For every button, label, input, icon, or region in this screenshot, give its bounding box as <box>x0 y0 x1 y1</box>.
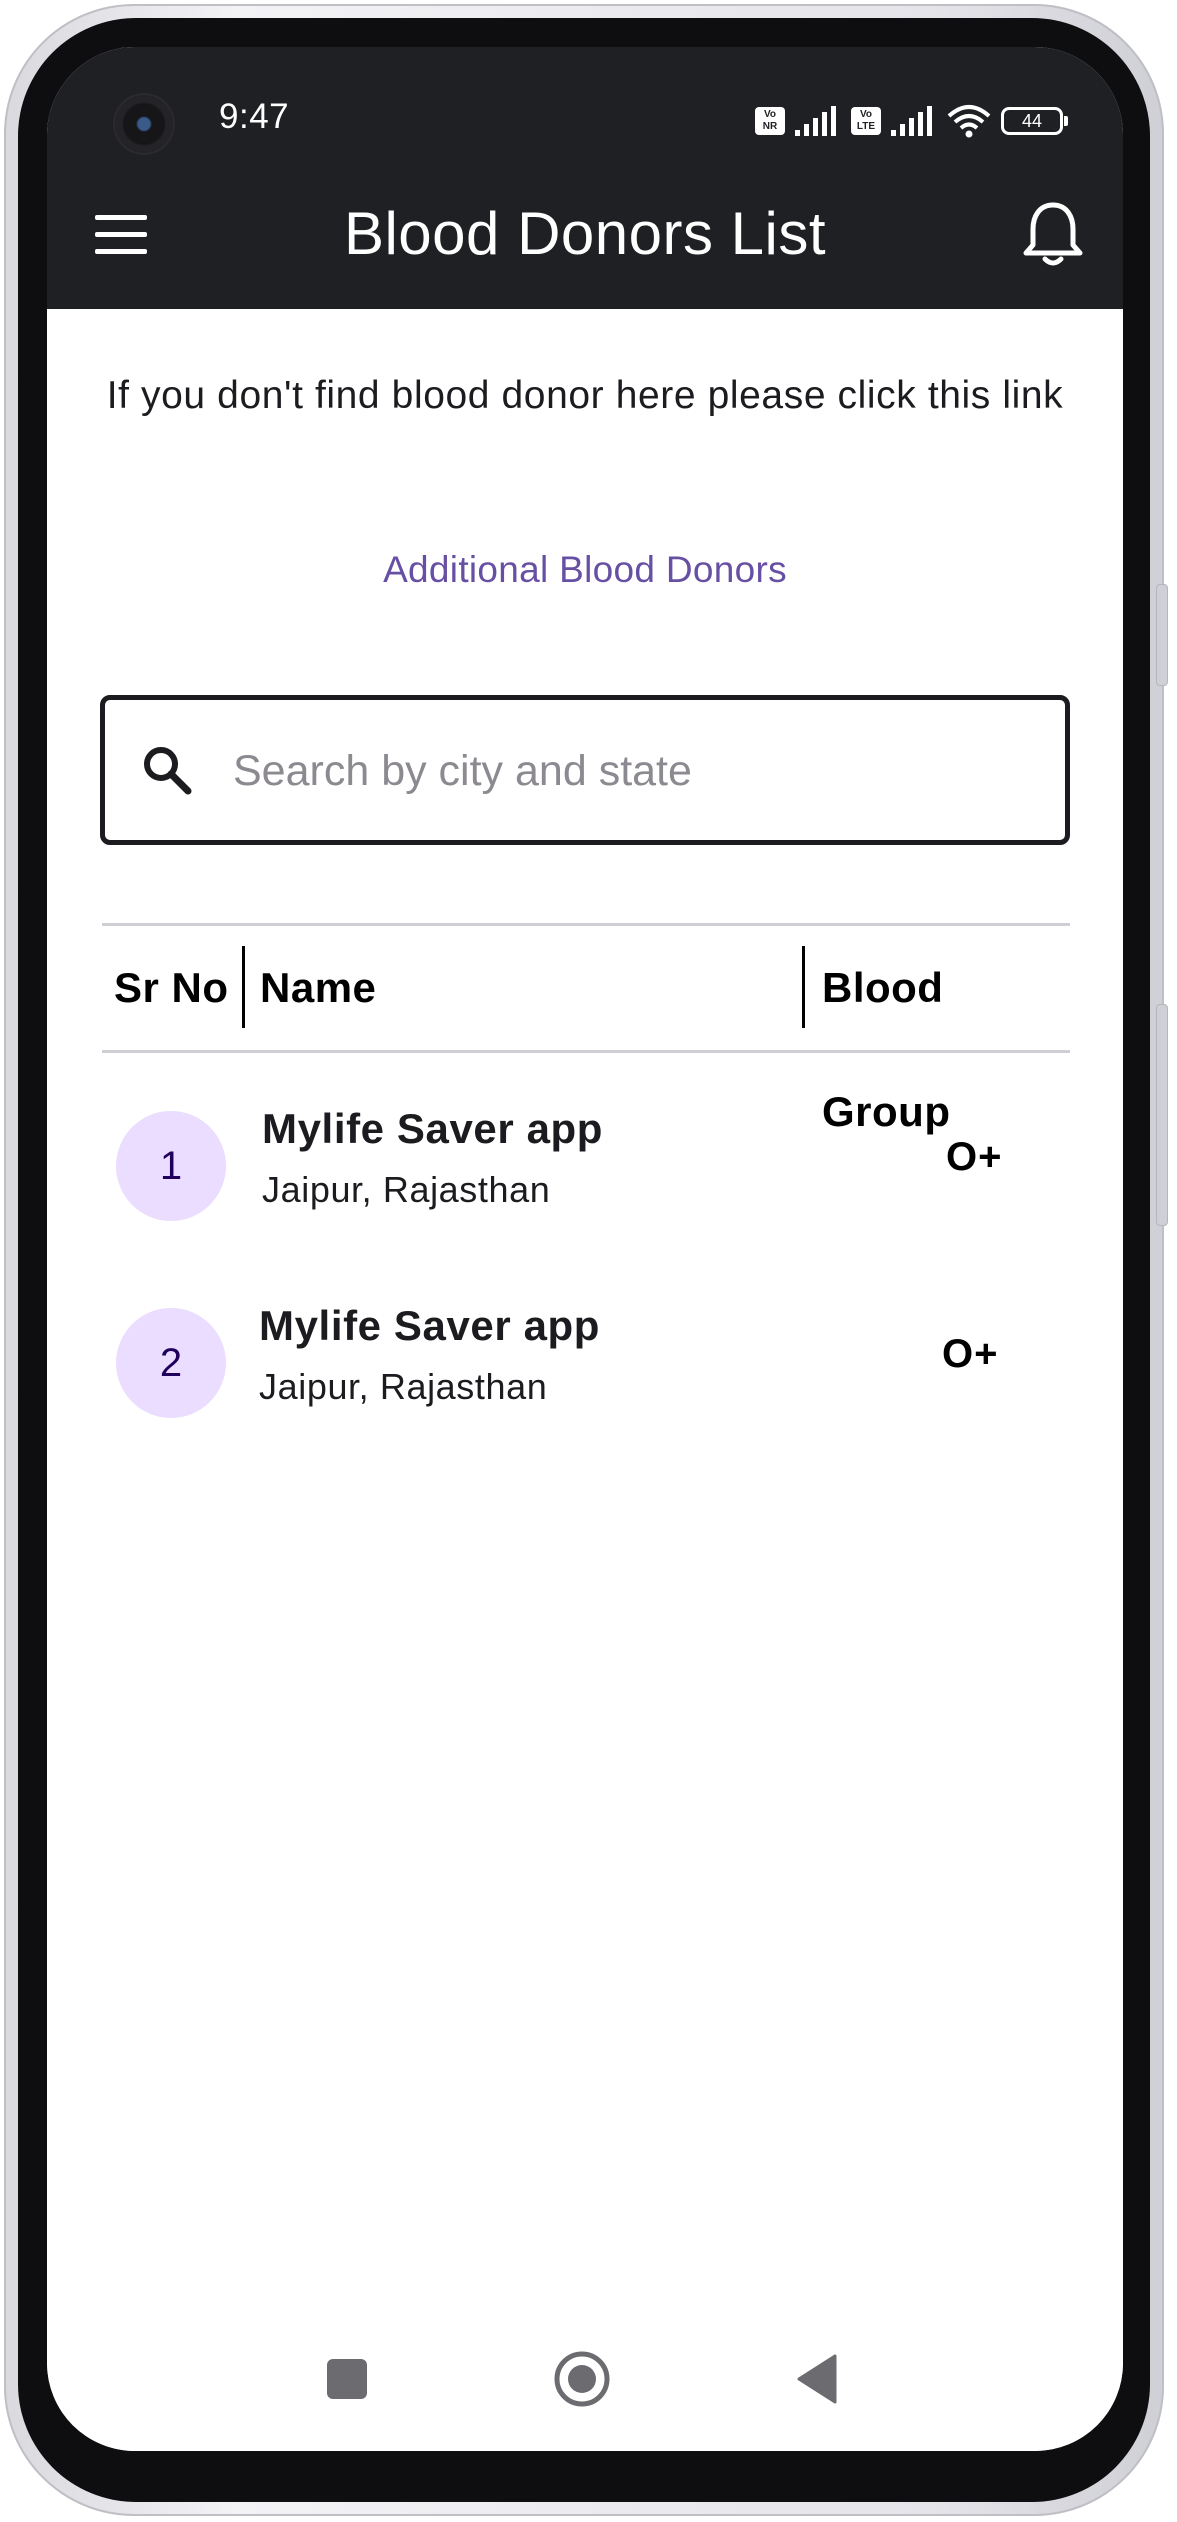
volte-nr-top: Vo <box>763 109 777 120</box>
header-name: Name <box>260 964 377 1011</box>
wifi-icon <box>947 105 991 138</box>
header-blood-group: Blood Group <box>822 964 951 1135</box>
screen: 9:47 Vo NR Vo LTE 44 Blood Donors List I… <box>47 47 1123 2451</box>
volte-nr-bottom: NR <box>762 121 778 132</box>
donor-location: Jaipur, Rajasthan <box>262 1169 551 1210</box>
donor-location: Jaipur, Rajasthan <box>259 1366 548 1407</box>
triangle-back-icon[interactable] <box>795 2353 839 2405</box>
info-text: If you don't find blood donor here pleas… <box>106 374 1064 417</box>
square-recents-icon[interactable] <box>325 2357 369 2401</box>
signal-icon-2 <box>891 106 932 136</box>
header-sr-no: Sr No <box>114 964 229 1011</box>
table-header: Sr No Name Blood Group <box>102 923 1070 1135</box>
table-row[interactable]: 2 Mylife Saver app Jaipur, Rajasthan O+ <box>102 1284 1070 1424</box>
volte-lte-top: Vo <box>859 109 873 120</box>
column-divider <box>802 946 805 1028</box>
volume-button <box>1156 584 1168 686</box>
volte-lte-bottom: LTE <box>856 121 876 132</box>
column-divider <box>242 946 245 1028</box>
volte-lte-icon: Vo LTE <box>851 107 881 135</box>
donor-name: Mylife Saver app <box>259 1302 601 1349</box>
circle-home-icon[interactable] <box>552 2349 612 2409</box>
status-icons: Vo NR Vo LTE 44 <box>755 103 1068 139</box>
blood-group: O+ <box>946 1135 1003 1179</box>
signal-icon <box>795 106 836 136</box>
front-camera <box>115 95 173 153</box>
additional-donors-link[interactable]: Additional Blood Donors <box>47 549 1123 591</box>
search-input[interactable] <box>231 700 1045 842</box>
status-time: 9:47 <box>219 97 290 136</box>
app-bar: 9:47 Vo NR Vo LTE 44 Blood Donors List <box>47 47 1123 309</box>
battery-icon: 44 <box>1001 107 1068 135</box>
navigation-bar <box>47 2301 1123 2451</box>
bell-icon[interactable] <box>1021 199 1085 269</box>
blood-group: O+ <box>942 1332 999 1376</box>
search-icon <box>144 747 192 795</box>
donor-name: Mylife Saver app <box>262 1105 604 1152</box>
table-row[interactable]: 1 Mylife Saver app Jaipur, Rajasthan O+ <box>102 1087 1070 1227</box>
search-box[interactable] <box>100 695 1070 845</box>
volte-nr-icon: Vo NR <box>755 107 785 135</box>
page-title: Blood Donors List <box>343 200 827 267</box>
power-button <box>1156 1004 1168 1226</box>
avatar: 1 <box>116 1111 226 1221</box>
avatar: 2 <box>116 1308 226 1418</box>
